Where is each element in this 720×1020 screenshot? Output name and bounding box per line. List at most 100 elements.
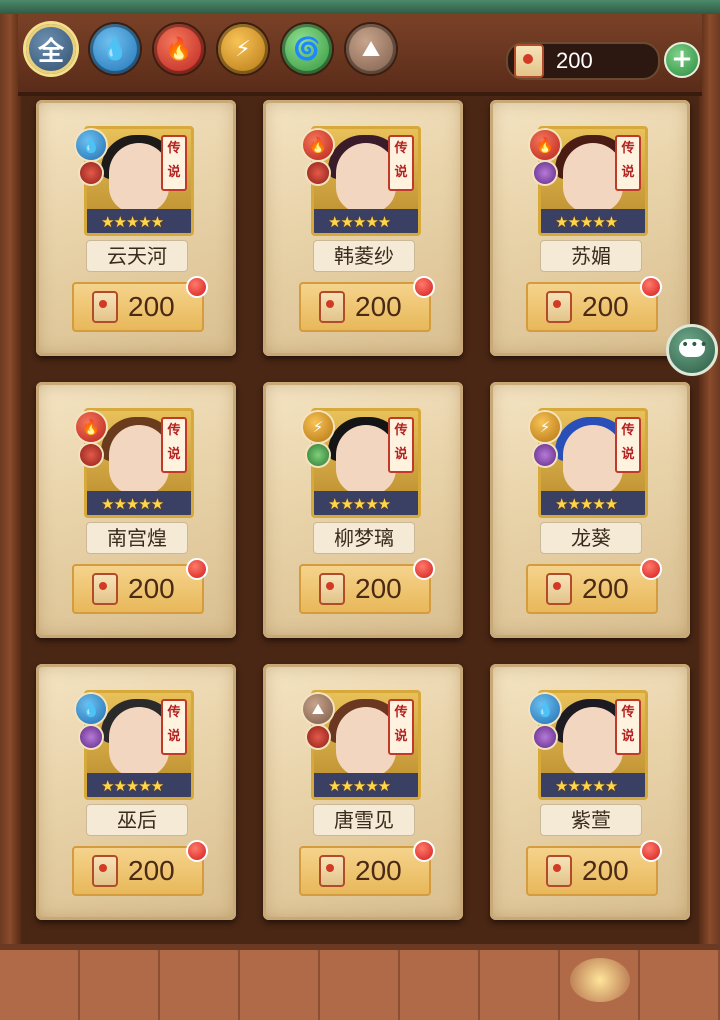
summon-scroll-icon	[319, 855, 345, 887]
star-rating: ★★★★★	[101, 213, 164, 231]
class-icon	[80, 726, 102, 748]
summon-scroll-icon	[92, 291, 118, 323]
hero-card-grid: 传说 ★★★★★ 💧 云天河 200 传说 ★★★★★ 🔥 韩菱纱 200 传说…	[36, 100, 690, 920]
legend-tag: 传说	[161, 417, 187, 473]
class-icon	[534, 726, 556, 748]
hero-name: 龙葵	[540, 522, 642, 554]
summon-scroll-icon	[319, 573, 345, 605]
price-value: 200	[355, 573, 402, 604]
tab-thunder-icon[interactable]: ⚡	[218, 24, 268, 74]
buy-button[interactable]: 200	[526, 564, 658, 614]
notification-dot	[413, 276, 435, 298]
tab-all[interactable]: 全	[26, 24, 76, 74]
buy-button[interactable]: 200	[526, 846, 658, 896]
notification-dot	[640, 558, 662, 580]
element-filter-tabs: 全 💧 🔥 ⚡ 🌀 ⛰	[26, 24, 396, 78]
hero-card[interactable]: 传说 ★★★★★ 🔥 南宫煌 200	[36, 382, 236, 638]
hero-card[interactable]: 传说 ★★★★★ 💧 云天河 200	[36, 100, 236, 356]
fire-element-icon: 🔥	[76, 412, 106, 442]
price-value: 200	[582, 855, 629, 886]
hero-card[interactable]: 传说 ★★★★★ 🔥 韩菱纱 200	[263, 100, 463, 356]
hero-name: 紫萱	[540, 804, 642, 836]
legend-tag: 传说	[615, 135, 641, 191]
class-icon	[80, 444, 102, 466]
thunder-element-icon: ⚡	[530, 412, 560, 442]
legend-tag: 传说	[615, 417, 641, 473]
currency-amount: 200	[556, 48, 593, 73]
tab-wind-icon[interactable]: 🌀	[282, 24, 332, 74]
tab-earth-icon[interactable]: ⛰	[346, 24, 396, 74]
price-value: 200	[128, 291, 175, 322]
hero-face	[563, 707, 623, 777]
star-rating: ★★★★★	[101, 495, 164, 513]
notification-dot	[186, 558, 208, 580]
buy-button[interactable]: 200	[299, 282, 431, 332]
thunder-element-icon: ⚡	[303, 412, 333, 442]
water-element-icon: 💧	[76, 694, 106, 724]
star-rating: ★★★★★	[555, 213, 618, 231]
price-value: 200	[355, 855, 402, 886]
price-value: 200	[128, 855, 175, 886]
summon-scroll-icon	[319, 291, 345, 323]
tab-fire-icon[interactable]: 🔥	[154, 24, 204, 74]
buy-button[interactable]: 200	[72, 282, 204, 332]
hero-name: 唐雪见	[313, 804, 415, 836]
fire-element-icon: 🔥	[303, 130, 333, 160]
notification-dot	[413, 558, 435, 580]
hero-face	[563, 425, 623, 495]
hero-card[interactable]: 传说 ★★★★★ ⚡ 龙葵 200	[490, 382, 690, 638]
class-icon	[534, 444, 556, 466]
class-icon	[307, 162, 329, 184]
notification-dot	[640, 276, 662, 298]
star-rating: ★★★★★	[328, 777, 391, 795]
buy-button[interactable]: 200	[72, 846, 204, 896]
notification-dot	[186, 276, 208, 298]
hero-name: 云天河	[86, 240, 188, 272]
summon-scroll-icon	[546, 573, 572, 605]
buy-button[interactable]: 200	[299, 846, 431, 896]
price-value: 200	[582, 573, 629, 604]
legend-tag: 传说	[388, 417, 414, 473]
star-rating: ★★★★★	[328, 495, 391, 513]
hero-face	[336, 143, 396, 213]
floor-glow-decoration	[570, 958, 630, 1002]
buy-button[interactable]: 200	[299, 564, 431, 614]
legend-tag: 传说	[161, 699, 187, 755]
star-rating: ★★★★★	[328, 213, 391, 231]
hero-face	[563, 143, 623, 213]
notification-dot	[640, 840, 662, 862]
legend-tag: 传说	[615, 699, 641, 755]
summon-scroll-icon	[546, 291, 572, 323]
star-rating: ★★★★★	[555, 777, 618, 795]
hero-name: 巫后	[86, 804, 188, 836]
hero-face	[109, 707, 169, 777]
hero-card[interactable]: 传说 ★★★★★ ⛰ 唐雪见 200	[263, 664, 463, 920]
legend-tag: 传说	[161, 135, 187, 191]
summon-scroll-icon	[546, 855, 572, 887]
buy-button[interactable]: 200	[526, 282, 658, 332]
buy-button[interactable]: 200	[72, 564, 204, 614]
fire-element-icon: 🔥	[530, 130, 560, 160]
hero-card[interactable]: 传说 ★★★★★ 🔥 苏媚 200	[490, 100, 690, 356]
water-element-icon: 💧	[530, 694, 560, 724]
tab-water-icon[interactable]: 💧	[90, 24, 140, 74]
class-icon	[307, 726, 329, 748]
price-value: 200	[128, 573, 175, 604]
legend-tag: 传说	[388, 135, 414, 191]
add-currency-button[interactable]: +	[664, 42, 700, 78]
hero-name: 柳梦璃	[313, 522, 415, 554]
chat-bubble-icon[interactable]	[666, 324, 718, 376]
currency-display: 200	[506, 42, 660, 80]
summon-scroll-icon	[92, 855, 118, 887]
notification-dot	[186, 840, 208, 862]
top-roof-strip	[0, 0, 720, 14]
hero-card[interactable]: 传说 ★★★★★ 💧 巫后 200	[36, 664, 236, 920]
class-icon	[534, 162, 556, 184]
hero-face	[109, 143, 169, 213]
class-icon	[80, 162, 102, 184]
notification-dot	[413, 840, 435, 862]
earth-element-icon: ⛰	[303, 694, 333, 724]
hero-card[interactable]: 传说 ★★★★★ ⚡ 柳梦璃 200	[263, 382, 463, 638]
hero-name: 韩菱纱	[313, 240, 415, 272]
hero-card[interactable]: 传说 ★★★★★ 💧 紫萱 200	[490, 664, 690, 920]
